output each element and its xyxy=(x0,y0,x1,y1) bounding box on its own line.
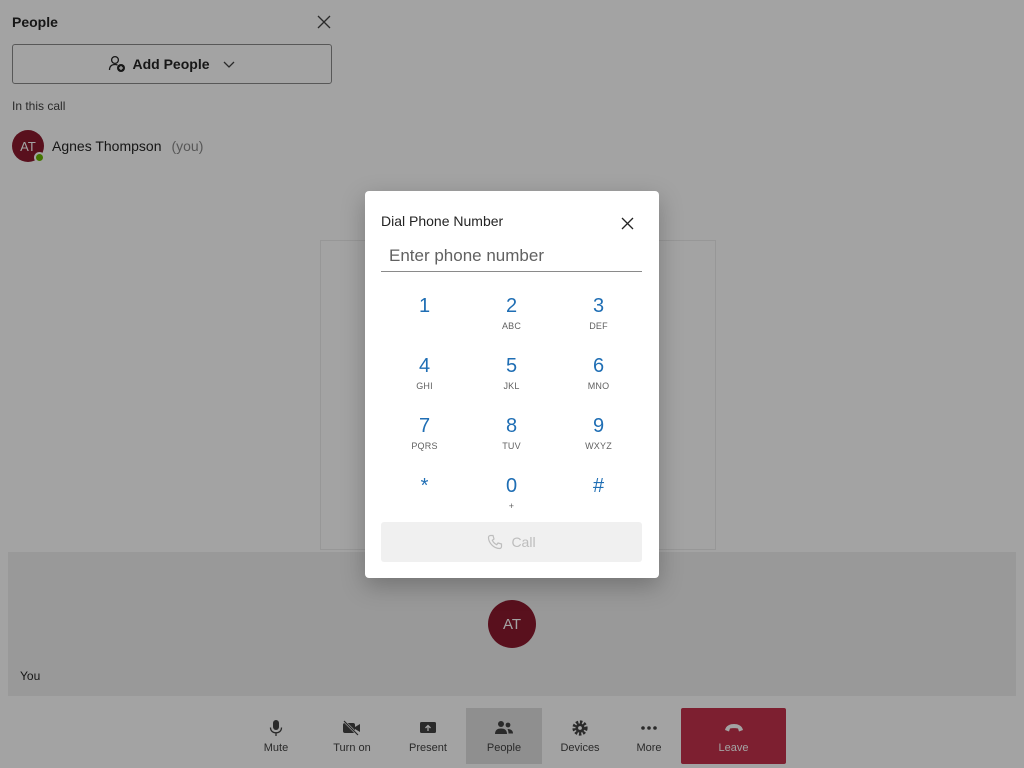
key-digit: 5 xyxy=(505,355,518,377)
key-8[interactable]: 8 TUV xyxy=(468,407,555,467)
dialog-close-button[interactable] xyxy=(617,213,637,233)
key-digit: * xyxy=(420,475,429,497)
key-9[interactable]: 9 WXYZ xyxy=(555,407,642,467)
key-7[interactable]: 7 PQRS xyxy=(381,407,468,467)
key-digit: 8 xyxy=(505,415,518,437)
call-button[interactable]: Call xyxy=(381,522,642,562)
key-letters: + xyxy=(508,501,515,511)
key-letters: WXYZ xyxy=(585,441,612,451)
dialog-title: Dial Phone Number xyxy=(381,213,504,229)
key-digit: 3 xyxy=(592,295,605,317)
key-letters: MNO xyxy=(587,381,610,391)
phone-icon xyxy=(488,534,503,550)
key-4[interactable]: 4 GHI xyxy=(381,347,468,407)
key-digit: 9 xyxy=(592,415,605,437)
key-letters: TUV xyxy=(502,441,521,451)
key-letters: JKL xyxy=(503,381,520,391)
key-6[interactable]: 6 MNO xyxy=(555,347,642,407)
dial-keypad: 1 2 ABC 3 DEF 4 GHI 5 JKL 6 MNO 7 PQRS 8 TUV 9 W… xyxy=(381,287,642,527)
key-1[interactable]: 1 xyxy=(381,287,468,347)
key-letters: PQRS xyxy=(411,441,438,451)
call-label: Call xyxy=(511,534,536,550)
phone-number-input[interactable] xyxy=(381,241,642,272)
key-hash[interactable]: # xyxy=(555,467,642,527)
key-digit: 0 xyxy=(505,475,518,497)
key-letters: GHI xyxy=(416,381,433,391)
key-star[interactable]: * xyxy=(381,467,468,527)
key-2[interactable]: 2 ABC xyxy=(468,287,555,347)
key-3[interactable]: 3 DEF xyxy=(555,287,642,347)
key-letters: DEF xyxy=(589,321,608,331)
key-digit: 7 xyxy=(418,415,431,437)
key-0[interactable]: 0 + xyxy=(468,467,555,527)
key-digit: 2 xyxy=(505,295,518,317)
key-5[interactable]: 5 JKL xyxy=(468,347,555,407)
dial-phone-dialog: Dial Phone Number 1 2 ABC 3 DEF 4 GHI 5 JKL … xyxy=(365,191,659,578)
key-digit: # xyxy=(592,475,605,497)
close-icon xyxy=(621,217,633,229)
key-digit: 4 xyxy=(418,355,431,377)
key-digit: 6 xyxy=(592,355,605,377)
key-letters: ABC xyxy=(501,321,522,331)
key-digit: 1 xyxy=(418,295,431,317)
